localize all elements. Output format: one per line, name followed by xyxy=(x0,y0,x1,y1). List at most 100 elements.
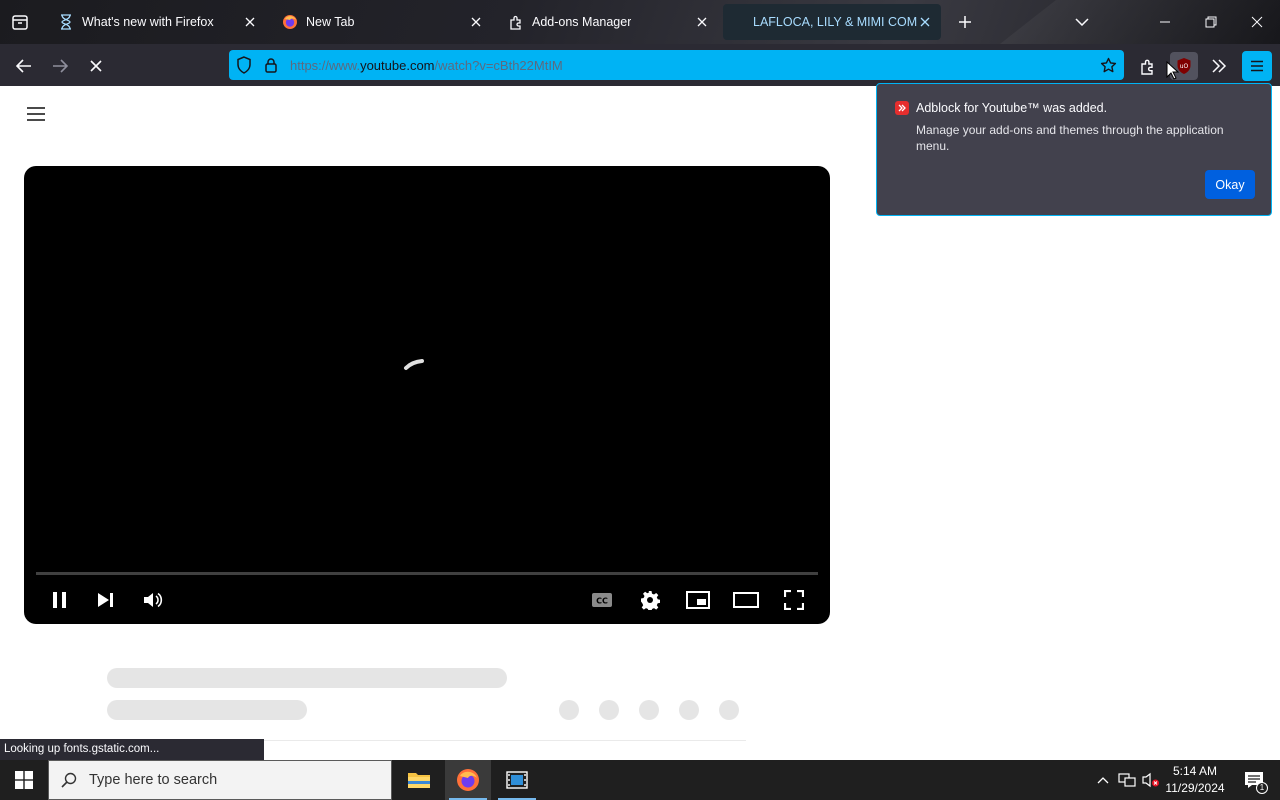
search-placeholder: Type here to search xyxy=(89,772,218,788)
tab-addons-manager[interactable]: Add-ons Manager xyxy=(500,4,718,40)
theater-mode-icon xyxy=(733,592,759,608)
puzzle-icon xyxy=(508,14,524,30)
media-app-button[interactable] xyxy=(494,760,540,800)
gear-icon xyxy=(641,591,660,610)
action-placeholder xyxy=(679,700,699,720)
start-button[interactable] xyxy=(0,760,48,800)
guide-menu-button[interactable] xyxy=(24,104,48,124)
minimize-button[interactable] xyxy=(1153,10,1177,34)
tab-label: Add-ons Manager xyxy=(532,15,632,29)
titlebar-background xyxy=(1000,0,1280,44)
pause-icon xyxy=(53,592,66,608)
double-chevron-right-icon xyxy=(1212,59,1227,73)
firefox-icon xyxy=(457,769,479,791)
chevron-down-icon xyxy=(1075,18,1089,26)
close-icon[interactable] xyxy=(917,14,933,30)
action-placeholder xyxy=(719,700,739,720)
theater-mode-button[interactable] xyxy=(730,584,762,616)
action-placeholder xyxy=(599,700,619,720)
loading-spinner-icon xyxy=(404,359,424,370)
fullscreen-icon xyxy=(784,590,804,610)
skip-next-icon xyxy=(98,593,113,607)
stop-loading-button[interactable] xyxy=(82,52,110,80)
restore-button[interactable] xyxy=(1199,10,1223,34)
miniplayer-button[interactable] xyxy=(682,584,714,616)
close-icon xyxy=(1251,16,1263,28)
taskbar-search-box[interactable]: Type here to search xyxy=(48,760,392,800)
closed-captions-icon: CC xyxy=(592,593,612,607)
url-text: https://www.youtube.com/watch?v=cBth22Mt… xyxy=(290,58,563,73)
hamburger-menu-icon xyxy=(1251,60,1263,72)
close-icon[interactable] xyxy=(242,14,258,30)
windows-logo-icon xyxy=(15,771,33,789)
close-icon[interactable] xyxy=(468,14,484,30)
forward-button[interactable] xyxy=(46,52,74,80)
hamburger-menu-icon xyxy=(27,107,45,121)
title-placeholder xyxy=(107,668,507,688)
tab-label: What's new with Firefox xyxy=(82,15,214,29)
puzzle-icon xyxy=(1141,59,1153,75)
popup-title: Adblock for Youtube™ was added. xyxy=(916,101,1108,115)
system-clock[interactable]: 5:14 AM 11/29/2024 xyxy=(1160,763,1230,797)
tab-label: LAFLOCA, LILY & MIMI COMPILATION xyxy=(753,15,917,29)
show-hidden-icons-button[interactable] xyxy=(1094,760,1112,800)
windows-taskbar: Type here to search 5:14 AM 11/29/2024 1 xyxy=(0,760,1280,800)
popup-message: Manage your add-ons and themes through t… xyxy=(916,123,1224,153)
file-explorer-button[interactable] xyxy=(396,760,442,800)
progress-bar[interactable] xyxy=(36,572,818,575)
lock-icon[interactable] xyxy=(263,56,279,74)
minimize-icon xyxy=(1160,21,1170,23)
pause-button[interactable] xyxy=(44,584,76,616)
firefox-view-icon xyxy=(12,15,28,30)
tab-new-tab[interactable]: New Tab xyxy=(274,4,492,40)
close-icon[interactable] xyxy=(694,14,710,30)
application-menu-button[interactable] xyxy=(1242,51,1272,81)
url-host: youtube.com xyxy=(360,58,435,73)
firefox-view-button[interactable] xyxy=(6,8,34,36)
video-player[interactable]: CC xyxy=(24,166,830,624)
arrow-left-icon xyxy=(16,59,31,73)
miniplayer-icon xyxy=(686,591,710,609)
action-placeholder xyxy=(559,700,579,720)
extensions-button[interactable] xyxy=(1134,52,1162,80)
folder-icon xyxy=(408,773,430,788)
action-placeholder xyxy=(639,700,659,720)
arrow-right-icon xyxy=(53,59,68,73)
channel-placeholder xyxy=(107,700,307,720)
url-bar[interactable]: https://www.youtube.com/watch?v=cBth22Mt… xyxy=(229,50,1124,80)
restore-icon xyxy=(1205,16,1217,28)
fullscreen-button[interactable] xyxy=(778,584,810,616)
tab-label: New Tab xyxy=(306,15,355,29)
list-all-tabs-button[interactable] xyxy=(1072,12,1092,32)
okay-button[interactable]: Okay xyxy=(1205,170,1255,199)
hourglass-icon xyxy=(58,14,74,30)
clock-date: 11/29/2024 xyxy=(1165,781,1225,795)
subtitles-button[interactable]: CC xyxy=(586,584,618,616)
url-prefix: https://www. xyxy=(290,58,361,73)
close-window-button[interactable] xyxy=(1245,10,1269,34)
firefox-taskbar-button[interactable] xyxy=(445,760,491,800)
firefox-icon xyxy=(282,14,298,30)
tab-whats-new[interactable]: What's new with Firefox xyxy=(48,4,266,40)
plus-icon xyxy=(959,16,971,28)
stop-icon xyxy=(90,60,102,72)
volume-button[interactable] xyxy=(1140,760,1162,800)
overflow-menu-button[interactable] xyxy=(1205,52,1233,80)
chevron-up-icon xyxy=(1097,777,1109,784)
film-icon xyxy=(506,771,528,789)
addon-installed-popup: Adblock for Youtube™ was added. Manage y… xyxy=(876,83,1272,216)
shield-icon[interactable] xyxy=(235,56,253,74)
tab-active-youtube[interactable]: LAFLOCA, LILY & MIMI COMPILATION xyxy=(723,4,941,40)
settings-button[interactable] xyxy=(634,584,666,616)
back-button[interactable] xyxy=(10,52,38,80)
tab-strip: What's new with Firefox New Tab Add-ons … xyxy=(0,0,1280,44)
mute-button[interactable] xyxy=(137,584,169,616)
next-button[interactable] xyxy=(90,584,122,616)
mouse-cursor-icon xyxy=(1166,61,1180,80)
svg-text:CC: CC xyxy=(596,597,608,606)
adblock-youtube-icon xyxy=(895,101,909,115)
bookmark-star-icon[interactable] xyxy=(1098,55,1118,75)
network-button[interactable] xyxy=(1116,760,1138,800)
new-tab-button[interactable] xyxy=(954,11,976,33)
action-center-button[interactable]: 1 xyxy=(1236,760,1272,800)
